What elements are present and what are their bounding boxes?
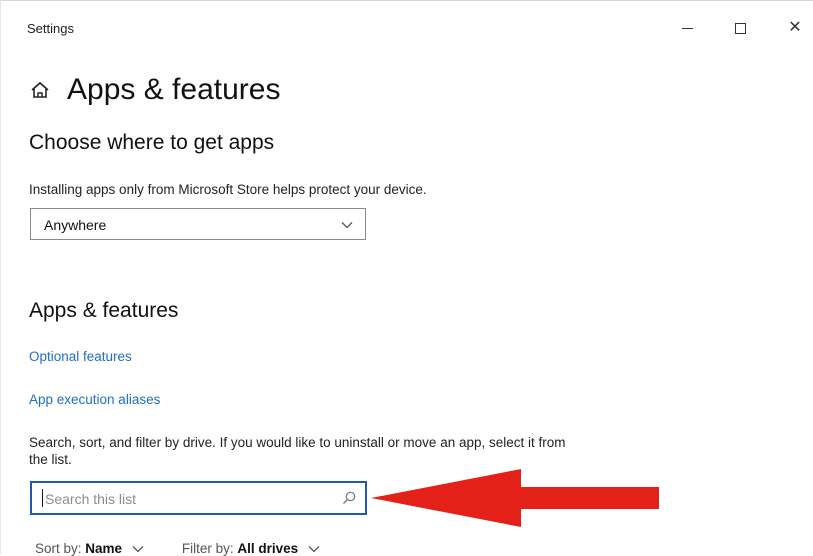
chevron-down-icon xyxy=(132,546,144,553)
chevron-down-icon xyxy=(308,546,320,553)
search-placeholder: Search this list xyxy=(45,491,137,507)
app-source-dropdown[interactable]: Anywhere xyxy=(30,208,366,240)
search-input[interactable]: Search this list xyxy=(30,481,367,515)
minimize-button[interactable] xyxy=(664,13,710,43)
text-caret xyxy=(42,489,43,507)
chevron-down-icon xyxy=(341,222,353,229)
close-icon: ✕ xyxy=(788,19,802,36)
dropdown-selected-value: Anywhere xyxy=(44,217,107,233)
page-title: Apps & features xyxy=(67,73,281,106)
optional-features-link[interactable]: Optional features xyxy=(29,349,132,364)
app-execution-aliases-link[interactable]: App execution aliases xyxy=(29,392,160,407)
choose-where-heading: Choose where to get apps xyxy=(29,131,275,154)
title-bar: Settings ✕ xyxy=(1,1,813,53)
settings-window: Settings ✕ Apps & features Choose where … xyxy=(0,0,813,556)
page-header: Apps & features xyxy=(29,73,280,107)
search-icon xyxy=(343,491,356,504)
store-description: Installing apps only from Microsoft Stor… xyxy=(29,182,427,197)
search-description: Search, sort, and filter by drive. If yo… xyxy=(29,435,566,467)
minimize-icon xyxy=(681,27,693,29)
close-button[interactable]: ✕ xyxy=(772,13,813,43)
apps-features-heading: Apps & features xyxy=(29,299,179,322)
home-icon[interactable] xyxy=(29,79,51,101)
maximize-icon xyxy=(734,22,746,34)
maximize-button[interactable] xyxy=(717,13,763,43)
window-title: Settings xyxy=(27,21,74,36)
red-arrow xyxy=(371,469,659,527)
